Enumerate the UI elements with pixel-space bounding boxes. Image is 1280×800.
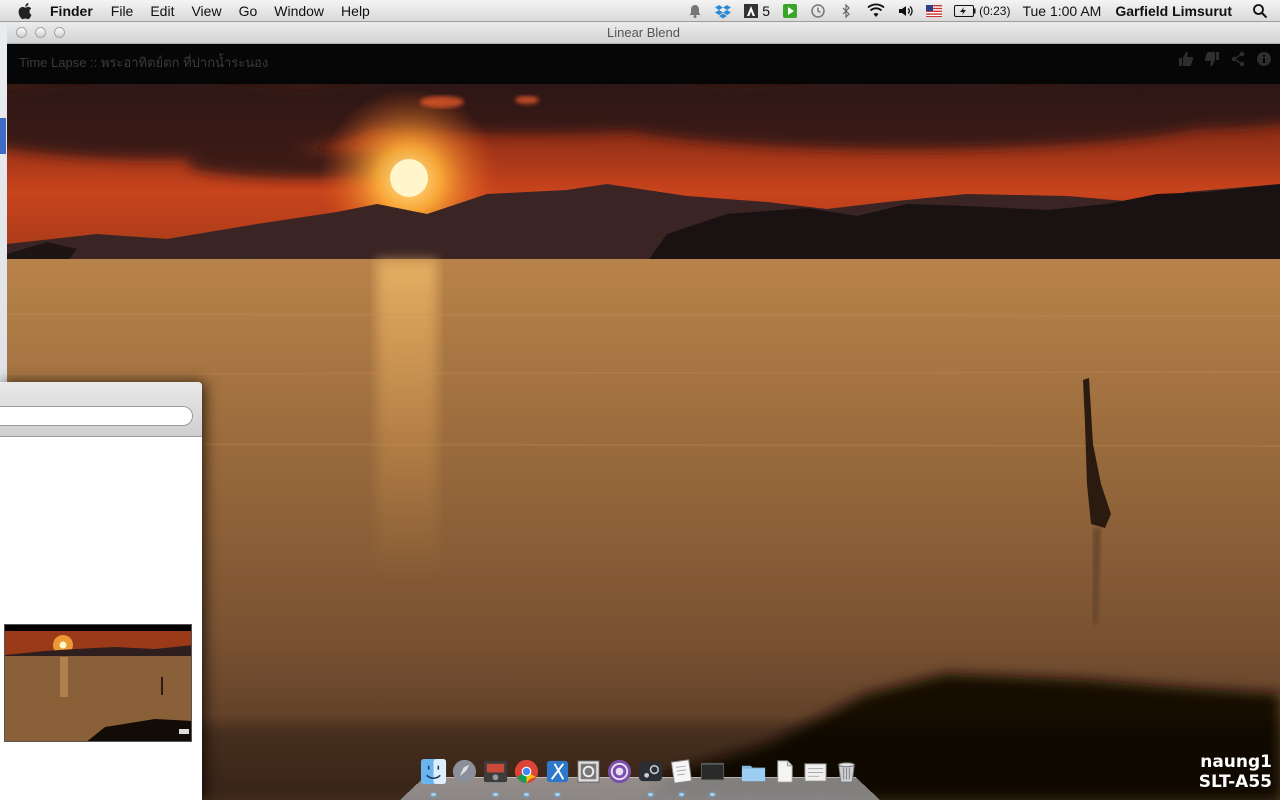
info-icon[interactable] [1256, 51, 1272, 67]
status-menus: 5 (0:23) Tue 1:00 AM Garfield Limsurut [687, 0, 1280, 22]
dock-item-tor[interactable] [606, 758, 633, 788]
video-actions [1178, 51, 1272, 67]
dock-item-xcode[interactable] [544, 758, 571, 796]
us-flag-input-icon[interactable] [926, 5, 943, 17]
preview-icon [577, 760, 600, 783]
menu-window[interactable]: Window [274, 3, 324, 19]
tor-icon [607, 759, 632, 784]
xcode-icon [546, 760, 569, 783]
finder-toolbar [0, 382, 202, 437]
menu-view[interactable]: View [191, 3, 221, 19]
video-info-bar: Time Lapse :: พระอาทิตย์ตก ที่ปากน้ำระนอ… [7, 44, 1280, 84]
finder-search-field[interactable] [0, 406, 193, 426]
menu-edit[interactable]: Edit [150, 3, 174, 19]
dock-item-textedit[interactable] [668, 758, 695, 796]
watermark-author: naung1 [1200, 752, 1272, 772]
dropbox-icon[interactable] [715, 3, 732, 19]
close-button[interactable] [16, 27, 27, 38]
steam-icon [638, 761, 663, 782]
dock-item-steam[interactable] [637, 758, 664, 796]
downloads-stack-icon [804, 763, 827, 782]
apple-menu-icon[interactable] [18, 2, 36, 20]
running-indicator [524, 793, 529, 796]
dock-item-downloads[interactable] [802, 758, 829, 788]
dock-item-launchpad[interactable] [451, 758, 478, 788]
running-indicator [710, 793, 715, 796]
menu-bar: Finder File Edit View Go Window Help 5 (… [0, 0, 1280, 22]
battery-time: (0:23) [979, 4, 1011, 18]
running-indicator [555, 793, 560, 796]
dock-item-photo-booth[interactable] [482, 758, 509, 796]
video-thumbnail-preview[interactable] [4, 624, 192, 742]
dock-item-trash[interactable] [833, 758, 860, 788]
finder-icon [420, 758, 447, 785]
dock-item-preview[interactable] [575, 758, 602, 788]
menu-app-finder[interactable]: Finder [50, 3, 93, 19]
adobe-updater-icon[interactable]: 5 [743, 3, 770, 19]
wifi-icon[interactable] [866, 3, 886, 19]
running-indicator [493, 793, 498, 796]
menu-clock[interactable]: Tue 1:00 AM [1022, 3, 1101, 19]
chrome-icon [514, 759, 539, 784]
time-machine-icon[interactable] [810, 3, 826, 19]
spotlight-search-icon[interactable] [1252, 3, 1268, 19]
volume-icon[interactable] [898, 3, 914, 19]
dock-item-applications[interactable] [740, 758, 767, 788]
dock-item-chrome[interactable] [513, 758, 540, 796]
window-title: Linear Blend [607, 25, 680, 40]
running-indicator [648, 793, 653, 796]
running-indicator [679, 793, 684, 796]
folder-icon [741, 765, 766, 782]
dock-item-finder[interactable] [420, 758, 447, 796]
thumbs-up-icon[interactable] [1178, 51, 1194, 67]
video-title: Time Lapse :: พระอาทิตย์ตก ที่ปากน้ำระนอ… [19, 55, 269, 70]
dock-icons [420, 758, 860, 796]
dock-item-terminal[interactable] [699, 758, 726, 796]
adobe-update-count: 5 [762, 3, 771, 19]
menu-help[interactable]: Help [341, 3, 370, 19]
terminal-icon [700, 762, 725, 781]
photo-booth-icon [483, 760, 508, 783]
running-indicator [431, 793, 436, 796]
minimize-button[interactable] [35, 27, 46, 38]
window-titlebar[interactable]: Linear Blend [7, 22, 1280, 44]
launchpad-icon [452, 759, 477, 784]
traffic-lights [16, 27, 65, 38]
zoom-button[interactable] [54, 27, 65, 38]
thumbs-down-icon[interactable] [1204, 51, 1220, 67]
battery-status[interactable]: (0:23) [954, 4, 1010, 18]
battery-icon [954, 5, 976, 17]
watermark-camera: SLT-A55 [1198, 772, 1272, 792]
share-icon[interactable] [1230, 51, 1246, 67]
finder-window [0, 382, 202, 800]
bluetooth-icon[interactable] [838, 3, 854, 19]
fast-user-switch[interactable]: Garfield Limsurut [1115, 3, 1232, 19]
background-window-selection [0, 118, 6, 154]
play-status-icon[interactable] [782, 3, 798, 19]
video-watermark: naung1 SLT-A55 [1199, 752, 1272, 792]
trash-icon [838, 762, 855, 783]
document-icon [777, 760, 793, 783]
dock [400, 756, 880, 800]
textedit-icon [670, 759, 693, 784]
dock-item-documents[interactable] [771, 758, 798, 788]
notification-center-icon[interactable] [687, 3, 703, 19]
menu-go[interactable]: Go [239, 3, 258, 19]
menu-file[interactable]: File [111, 3, 134, 19]
